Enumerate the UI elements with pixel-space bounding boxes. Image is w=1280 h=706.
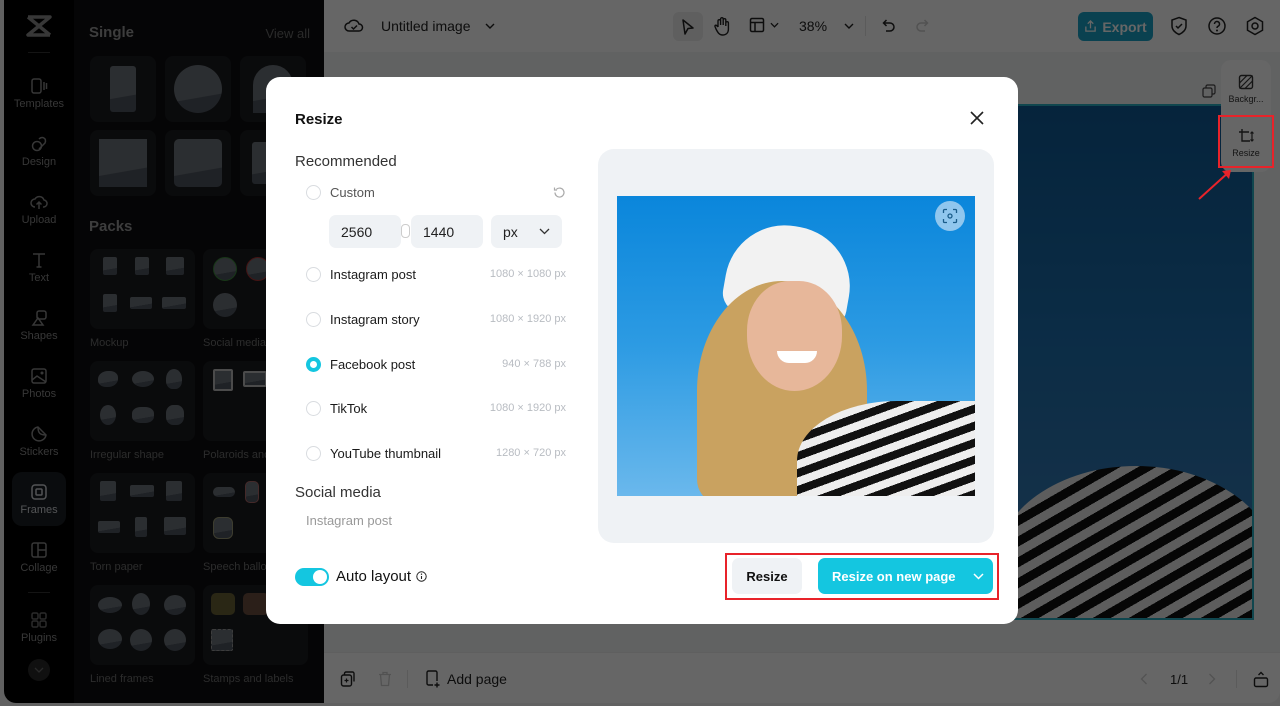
focus-detect-button[interactable] [935,201,965,231]
option-size: 1280 × 720 px [495,447,566,459]
auto-layout-label: Auto layout [336,568,412,585]
radio-button[interactable] [306,400,321,416]
option-label: Instagram story [330,311,420,327]
aspect-lock-toggle[interactable] [401,224,410,238]
option-size: 1080 × 1920 px [489,313,566,325]
preset-option-facebook-post[interactable]: Facebook post 940 × 788 px [306,353,566,375]
radio-button-selected[interactable] [306,356,321,372]
info-icon[interactable] [416,571,427,582]
annotation-highlight-buttons [725,553,999,600]
radio-button[interactable] [306,184,321,200]
preset-option-instagram-post[interactable]: Instagram post 1080 × 1080 px [306,263,566,285]
photo-smile [777,351,817,363]
auto-layout-toggle[interactable] [295,568,329,586]
unit-value: px [503,223,518,240]
photo-face [747,281,842,391]
option-label: TikTok [330,400,368,416]
close-icon[interactable] [968,109,986,127]
radio-button[interactable] [306,266,321,282]
width-value: 2560 [341,223,373,240]
reset-icon[interactable] [553,186,566,199]
option-label: YouTube thumbnail [330,445,442,461]
option-size: 1080 × 1920 px [489,402,566,414]
auto-layout-label-group: Auto layout [336,568,427,585]
width-input[interactable]: 2560 [329,215,401,248]
social-media-item[interactable]: Instagram post [306,513,392,528]
annotation-arrow-icon [1198,170,1231,200]
option-label: Instagram post [330,266,416,282]
height-input[interactable]: 1440 [411,215,483,248]
scan-focus-icon [942,208,958,224]
unit-select[interactable]: px [491,215,562,248]
preset-option-tiktok[interactable]: TikTok 1080 × 1920 px [306,397,566,419]
annotation-highlight-resize-tool [1218,115,1274,168]
resize-dialog: Resize Recommended Custom 2560 1440 px I… [266,77,1018,624]
option-label: Custom [330,184,375,200]
resize-preview [598,149,994,543]
dialog-title: Resize [295,111,343,128]
option-label: Facebook post [330,356,416,372]
social-media-section-title: Social media [295,484,381,501]
preset-option-custom[interactable]: Custom [306,181,566,203]
preset-option-youtube-thumbnail[interactable]: YouTube thumbnail 1280 × 720 px [306,442,566,464]
height-value: 1440 [423,223,455,240]
option-size: 1080 × 1080 px [489,268,566,280]
radio-button[interactable] [306,311,321,327]
option-size: 940 × 788 px [502,358,566,370]
preview-photo [617,196,975,496]
preset-option-instagram-story[interactable]: Instagram story 1080 × 1920 px [306,308,566,330]
radio-button[interactable] [306,445,321,461]
chevron-down-icon [539,228,550,235]
recommended-section-title: Recommended [295,153,397,170]
